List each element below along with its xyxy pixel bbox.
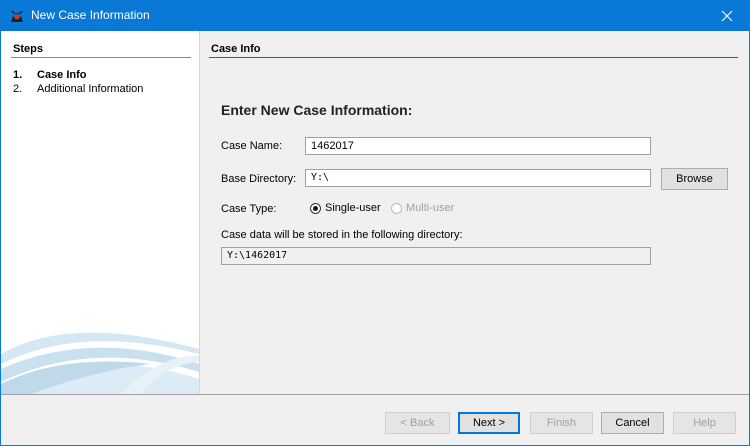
case-name-label: Case Name: [221, 140, 283, 152]
page-heading: Enter New Case Information: [221, 102, 413, 118]
steps-header: Steps [13, 43, 43, 55]
multi-user-label: Multi-user [406, 202, 455, 214]
next-button[interactable]: Next > [458, 412, 520, 434]
window-title: New Case Information [31, 8, 150, 22]
step-case-info: 1. Case Info [13, 69, 87, 81]
base-directory-label: Base Directory: [221, 173, 297, 185]
radio-selected-icon [310, 202, 321, 214]
close-button[interactable] [704, 0, 750, 31]
storage-directory-field: Y:\1462017 [221, 247, 651, 265]
step-additional-information: 2. Additional Information [13, 83, 143, 95]
single-user-radio[interactable]: Single-user [310, 202, 381, 214]
help-button[interactable]: Help [673, 412, 736, 434]
decorative-swoosh-graphic [1, 332, 199, 394]
section-divider [209, 57, 738, 58]
app-icon [11, 10, 23, 22]
back-button[interactable]: < Back [385, 412, 450, 434]
section-header: Case Info [211, 43, 261, 55]
radio-unselected-icon [391, 202, 402, 214]
step-number: 1. [13, 69, 23, 81]
case-type-label: Case Type: [221, 203, 277, 215]
browse-button[interactable]: Browse [661, 168, 728, 190]
steps-divider [11, 57, 191, 58]
multi-user-radio[interactable]: Multi-user [391, 202, 454, 214]
step-label: Additional Information [37, 83, 144, 95]
button-bar-divider [1, 394, 749, 395]
close-icon [721, 10, 733, 21]
step-number: 2. [13, 83, 23, 95]
title-bar: New Case Information [0, 0, 750, 31]
single-user-label: Single-user [325, 202, 381, 214]
step-label: Case Info [37, 69, 87, 81]
storage-directory-label: Case data will be stored in the followin… [221, 229, 463, 241]
cancel-button[interactable]: Cancel [601, 412, 664, 434]
case-name-input[interactable]: 1462017 [305, 137, 651, 155]
base-directory-input[interactable]: Y:\ [305, 169, 651, 187]
steps-panel: Steps 1. Case Info 2. Additional Informati… [1, 31, 200, 394]
finish-button[interactable]: Finish [530, 412, 593, 434]
